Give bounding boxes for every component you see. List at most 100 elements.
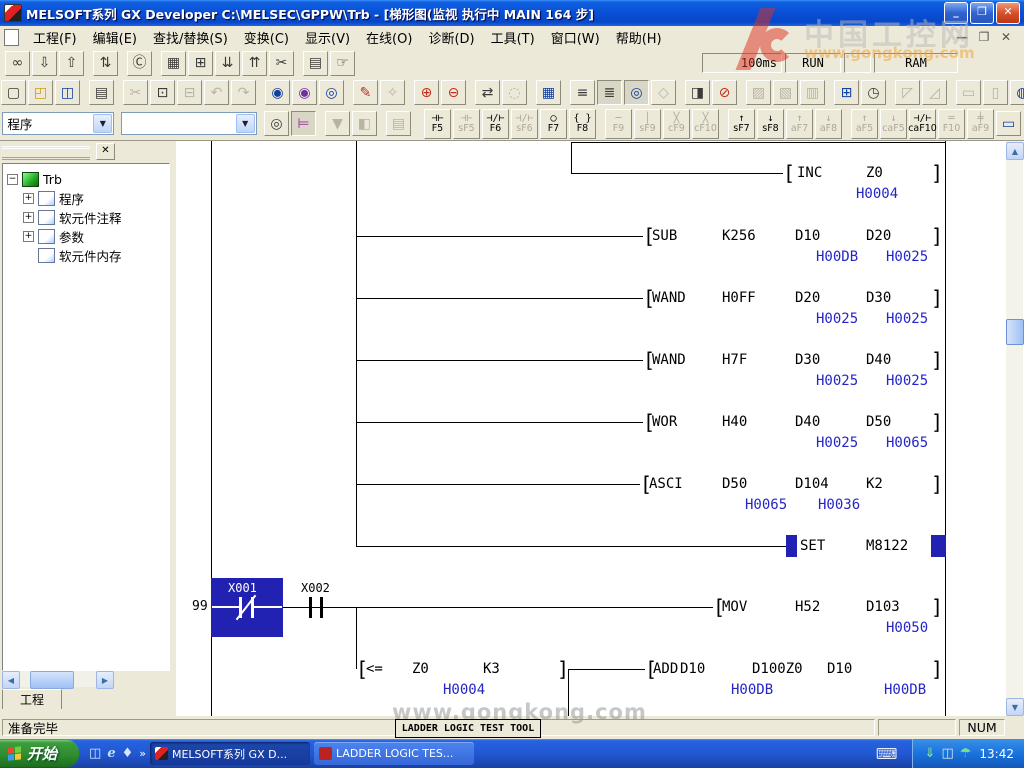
scroll-up-icon[interactable]: ▲ — [1006, 142, 1024, 160]
toolbar-button[interactable]: ⊡ — [150, 80, 175, 105]
menu-item[interactable]: 窗口(W) — [543, 26, 608, 49]
tree-root-item[interactable]: −Trb — [7, 170, 62, 188]
toolbar-button[interactable]: ⇊ — [215, 51, 240, 76]
menu-item[interactable]: 查找/替换(S) — [145, 26, 236, 49]
program-combo[interactable]: 程序 ▼ — [2, 112, 114, 135]
toolbar-button[interactable]: ◎ — [624, 80, 649, 105]
toolbar-button[interactable]: ⇩ — [32, 51, 57, 76]
toolbar-button[interactable]: ◰ — [28, 80, 53, 105]
tree-item[interactable]: 软元件内存 — [23, 246, 122, 264]
toolbar-button[interactable]: ⊕ — [414, 80, 439, 105]
ladder-editor[interactable]: [][][][][][][][][]INCZ0SUBK256D10D20WAND… — [176, 141, 1024, 717]
toolbar-button[interactable]: ⊖ — [441, 80, 466, 105]
mdi-restore-icon[interactable]: ❐ — [976, 30, 992, 44]
project-tab[interactable]: 工程 — [2, 689, 62, 709]
toolbar-button[interactable]: ✎ — [353, 80, 378, 105]
minimize-button[interactable]: _ — [944, 2, 968, 24]
ladder-symbol-button-F6[interactable]: ⊣/⊢F6 — [482, 109, 509, 139]
mdi-close-icon[interactable]: ✕ — [998, 30, 1014, 44]
chevron-down-icon[interactable]: ▼ — [236, 114, 255, 133]
toolbar-button[interactable]: ▢ — [1, 80, 26, 105]
tree-item[interactable]: +程序 — [23, 189, 84, 207]
tree-scroll-thumb[interactable] — [30, 671, 74, 689]
toolbar-button[interactable]: ⇈ — [242, 51, 267, 76]
ladder-vertical-scrollbar[interactable]: ▲ ▼ — [1006, 141, 1023, 717]
close-button[interactable]: ✕ — [996, 2, 1020, 24]
tree-expand-icon[interactable]: + — [23, 212, 34, 223]
ladder-symbol-button-F5[interactable]: ⊣⊢F5 — [424, 109, 451, 139]
toolbar-button[interactable]: ◫ — [55, 80, 80, 105]
ladder-symbol-button-F8[interactable]: { }F8 — [569, 109, 596, 139]
toolbar-button[interactable]: ◎ — [264, 111, 289, 136]
toolbar-button[interactable]: ◨ — [685, 80, 710, 105]
mdi-minimize-icon[interactable]: — — [954, 30, 970, 44]
toolbar-button[interactable]: ▦ — [161, 51, 186, 76]
quick-launch-icon[interactable]: ♦ — [122, 747, 134, 760]
restore-button[interactable]: ❐ — [970, 2, 994, 24]
toolbar-button[interactable]: ◎ — [319, 80, 344, 105]
taskbar-task-ladder[interactable]: LADDER LOGIC TES... — [314, 742, 474, 765]
toolbar-button[interactable]: ⇅ — [93, 51, 118, 76]
toolbar-button[interactable]: ≣ — [597, 80, 622, 105]
device-combo[interactable]: ▼ — [121, 112, 257, 135]
tree-horizontal-scrollbar[interactable]: ◀ ▶ — [2, 671, 114, 687]
tree-item[interactable]: +软元件注释 — [23, 208, 122, 226]
menu-item[interactable]: 诊断(D) — [420, 26, 482, 49]
toolbar-button[interactable]: ≡ — [570, 80, 595, 105]
scroll-right-icon[interactable]: ▶ — [96, 671, 114, 689]
tree-expand-icon[interactable]: + — [23, 231, 34, 242]
menu-item[interactable]: 工具(T) — [483, 26, 543, 49]
menu-item[interactable]: 帮助(H) — [608, 26, 670, 49]
toolbar-button[interactable]: ◍ — [1010, 80, 1024, 105]
menu-item[interactable]: 变换(C) — [236, 26, 297, 49]
scroll-left-icon[interactable]: ◀ — [2, 671, 20, 689]
quick-launch-icon[interactable]: e — [107, 747, 115, 760]
quick-launch-icon[interactable]: ◫ — [89, 747, 101, 760]
tree-collapse-icon[interactable]: − — [7, 174, 18, 185]
mdi-document-icon[interactable] — [4, 29, 19, 46]
dock-grip[interactable] — [2, 146, 90, 160]
start-button[interactable]: 开始 — [0, 740, 79, 767]
toolbar-button[interactable]: ▦ — [536, 80, 561, 105]
toolbar-button[interactable]: ☞ — [330, 51, 355, 76]
tree-scroll-track[interactable] — [20, 671, 96, 687]
chevron-right-icon[interactable]: » — [139, 747, 146, 760]
tree-item[interactable]: +参数 — [23, 227, 84, 245]
ladder-symbol-button-sF8[interactable]: ↓sF8 — [757, 109, 784, 139]
toolbar-button[interactable]: ⊨ — [291, 111, 316, 136]
toolbar-button[interactable]: ⇧ — [59, 51, 84, 76]
toolbar-button[interactable]: ⊞ — [188, 51, 213, 76]
toolbar-button[interactable]: ∞ — [5, 51, 30, 76]
menu-item[interactable]: 工程(F) — [25, 26, 85, 49]
ladder-logic-test-tool-window[interactable]: LADDER LOGIC TEST TOOL — [395, 719, 541, 738]
toolbar-button[interactable]: Ⓒ — [127, 51, 152, 76]
ladder-symbol-button-F7[interactable]: ◯F7 — [540, 109, 567, 139]
toolbar-button[interactable]: ◷ — [861, 80, 886, 105]
toolbar-button[interactable]: ▭ — [996, 111, 1021, 136]
toolbar-button[interactable]: ◉ — [265, 80, 290, 105]
ladder-symbol-button-caF10[interactable]: ⊣/⊢caF10 — [909, 109, 936, 139]
ladder-symbol-button-sF7[interactable]: ↑sF7 — [728, 109, 755, 139]
taskbar-task-melsoft[interactable]: MELSOFT系列 GX D... — [150, 742, 310, 765]
tree-close-button[interactable]: ✕ — [96, 143, 115, 160]
set-bracket-left-energized[interactable] — [786, 535, 797, 557]
menu-item[interactable]: 显示(V) — [297, 26, 358, 49]
tray-icon[interactable]: ⇓ — [925, 747, 936, 760]
tray-icon[interactable]: ☂ — [960, 747, 972, 760]
scroll-down-icon[interactable]: ▼ — [1006, 698, 1024, 716]
toolbar-button[interactable]: ✂ — [269, 51, 294, 76]
toolbar-button[interactable]: ▤ — [303, 51, 328, 76]
toolbar-button[interactable]: ◉ — [292, 80, 317, 105]
tray-icon[interactable]: ◫ — [941, 747, 953, 760]
menu-item[interactable]: 编辑(E) — [85, 26, 145, 49]
toolbar-button[interactable]: ⇄ — [475, 80, 500, 105]
keyboard-icon[interactable]: ⌨ — [876, 745, 898, 763]
toolbar-button[interactable]: ⊘ — [712, 80, 737, 105]
menu-item[interactable]: 在线(O) — [358, 26, 420, 49]
tree-expand-icon[interactable]: + — [23, 193, 34, 204]
chevron-down-icon[interactable]: ▼ — [93, 114, 112, 133]
set-bracket-right-energized[interactable] — [931, 535, 946, 557]
ladder-scroll-thumb[interactable] — [1006, 319, 1024, 345]
toolbar-button[interactable]: ▤ — [89, 80, 114, 105]
toolbar-button[interactable]: ⊞ — [834, 80, 859, 105]
